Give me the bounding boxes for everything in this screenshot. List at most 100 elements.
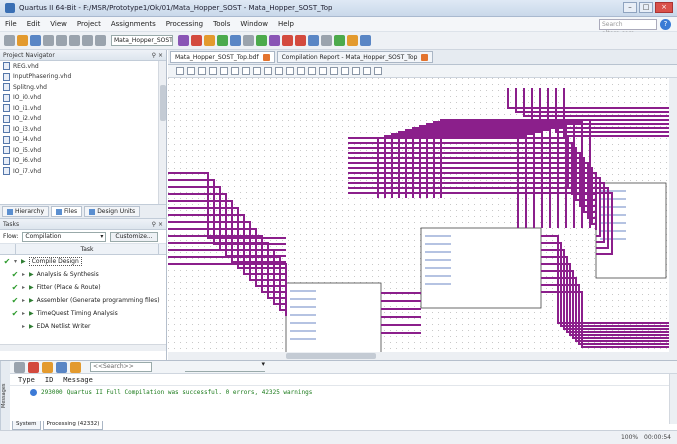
expand-icon[interactable]: ▸ <box>22 310 29 317</box>
line-icon[interactable] <box>363 67 371 75</box>
symbol-block[interactable] <box>285 282 382 359</box>
menu-tools[interactable]: Tools <box>208 20 235 28</box>
error-filter-icon[interactable] <box>28 361 39 373</box>
rotate-icon[interactable] <box>330 67 338 75</box>
minimize-button[interactable]: – <box>623 2 637 13</box>
rectangle-icon[interactable] <box>341 67 349 75</box>
bus-tool-icon[interactable] <box>231 67 239 75</box>
tab-bdf-file[interactable]: Mata_Hopper_SOST_Top.bdf <box>170 51 275 63</box>
hscroll-thumb[interactable] <box>286 353 376 359</box>
task-assembler[interactable]: ✔ ▸ ▶ Assembler (Generate programming files… <box>0 294 166 307</box>
redo-icon[interactable] <box>95 35 106 46</box>
tab-compilation-report[interactable]: Compilation Report - Mata_Hopper_SOST_To… <box>276 51 434 63</box>
collapse-icon[interactable]: ▾ <box>14 258 21 265</box>
fullscreen-icon[interactable] <box>286 67 294 75</box>
signaltap-icon[interactable] <box>347 35 358 46</box>
task-compile-design[interactable]: ✔ ▾ ▶ Compile Design <box>0 255 166 268</box>
tab-hierarchy[interactable]: Hierarchy <box>2 206 50 217</box>
navigator-scrollbar[interactable] <box>158 61 166 204</box>
find-icon[interactable] <box>297 67 305 75</box>
list-item[interactable]: IO_i2.vhd <box>0 114 166 125</box>
list-item[interactable]: Splitng.vhd <box>0 82 166 93</box>
project-select[interactable]: Mata_Hopper_SOST_Top <box>111 35 173 46</box>
start-compilation-icon[interactable] <box>256 35 267 46</box>
stop-icon[interactable] <box>243 35 254 46</box>
list-item[interactable]: IO_i4.vhd <box>0 135 166 146</box>
tab-processing[interactable]: Processing (42332) <box>42 421 104 430</box>
flip-vertical-icon[interactable] <box>319 67 327 75</box>
programmer-icon[interactable] <box>334 35 345 46</box>
hierarchy-icon[interactable] <box>178 35 189 46</box>
analysis-icon[interactable] <box>269 35 280 46</box>
tasks-hscrollbar[interactable] <box>0 344 166 351</box>
pin-tool-icon[interactable] <box>209 67 217 75</box>
customize-button[interactable]: Customize... <box>110 231 158 242</box>
expand-icon[interactable]: ▸ <box>22 271 29 278</box>
assignment-editor-icon[interactable] <box>217 35 228 46</box>
message-row[interactable]: 293000 Quartus II Full Compilation was s… <box>0 386 677 398</box>
paste-icon[interactable] <box>69 35 80 46</box>
show-all-icon[interactable] <box>14 361 25 373</box>
copy-icon[interactable] <box>56 35 67 46</box>
menu-edit[interactable]: Edit <box>22 20 46 28</box>
timequest-icon[interactable] <box>295 35 306 46</box>
task-eda-netlist[interactable]: ▸ ▶ EDA Netlist Writer <box>0 320 166 333</box>
cut-icon[interactable] <box>43 35 54 46</box>
help-search-icon[interactable]: ? <box>660 19 671 30</box>
oval-icon[interactable] <box>352 67 360 75</box>
expand-icon[interactable]: ▸ <box>22 284 29 291</box>
symbol-tool-icon[interactable] <box>198 67 206 75</box>
list-item[interactable]: InputPhasering.vhd <box>0 72 166 83</box>
play-icon[interactable]: ▶ <box>21 258 26 265</box>
expand-icon[interactable]: ▸ <box>22 297 29 304</box>
arc-icon[interactable] <box>374 67 382 75</box>
tab-system[interactable]: System <box>12 421 41 430</box>
play-icon[interactable]: ▶ <box>29 271 34 278</box>
chip-icon[interactable] <box>321 35 332 46</box>
help-icon[interactable] <box>360 35 371 46</box>
info-filter-icon[interactable] <box>56 361 67 373</box>
select-tool-icon[interactable] <box>176 67 184 75</box>
scrollbar-thumb[interactable] <box>160 85 166 121</box>
timing-analyzer-icon[interactable] <box>282 35 293 46</box>
tasks-close-icon[interactable]: ⚲ × <box>152 221 163 228</box>
open-folder-icon[interactable] <box>17 35 28 46</box>
pin-planner-icon[interactable] <box>204 35 215 46</box>
message-search-input[interactable]: <<Search>> <box>90 362 152 372</box>
list-item[interactable]: REG.vhd <box>0 61 166 72</box>
canvas-hscrollbar[interactable] <box>168 352 677 360</box>
rubberband-icon[interactable] <box>253 67 261 75</box>
play-icon[interactable]: ▶ <box>29 323 34 330</box>
flip-horizontal-icon[interactable] <box>308 67 316 75</box>
messages-scrollbar[interactable] <box>669 374 677 424</box>
menu-assignments[interactable]: Assignments <box>106 20 161 28</box>
list-item[interactable]: IO_i3.vhd <box>0 124 166 135</box>
expand-icon[interactable]: ▸ <box>22 323 29 330</box>
task-fitter[interactable]: ✔ ▸ ▶ Fitter (Place & Route) <box>0 281 166 294</box>
zoom-icon[interactable] <box>275 67 283 75</box>
task-timequest[interactable]: ✔ ▸ ▶ TimeQuest Timing Analysis <box>0 307 166 320</box>
list-item[interactable]: IO_i0.vhd <box>0 93 166 104</box>
maximize-button[interactable]: □ <box>639 2 653 13</box>
menu-processing[interactable]: Processing <box>161 20 208 28</box>
flow-select[interactable]: Compilation <box>22 231 107 242</box>
menu-help[interactable]: Help <box>273 20 299 28</box>
tab-files[interactable]: Files <box>51 206 83 217</box>
list-item[interactable]: IO_i6.vhd <box>0 156 166 167</box>
message-find-dropdown[interactable] <box>185 360 265 372</box>
task-analysis-synthesis[interactable]: ✔ ▸ ▶ Analysis & Synthesis <box>0 268 166 281</box>
text-tool-icon[interactable] <box>187 67 195 75</box>
settings-icon[interactable] <box>230 35 241 46</box>
warning-filter-icon[interactable] <box>42 361 53 373</box>
close-tab-icon[interactable] <box>421 53 429 61</box>
save-icon[interactable] <box>30 35 41 46</box>
search-input[interactable]: Search altera.com <box>599 19 657 37</box>
list-item[interactable]: IO_i7.vhd <box>0 166 166 177</box>
close-button[interactable]: × <box>655 2 673 13</box>
list-item[interactable]: IO_i5.vhd <box>0 145 166 156</box>
list-item[interactable]: IO_i1.vhd <box>0 103 166 114</box>
partial-line-icon[interactable] <box>264 67 272 75</box>
menu-window[interactable]: Window <box>235 20 273 28</box>
canvas-vscrollbar[interactable] <box>669 78 677 352</box>
suppress-icon[interactable] <box>70 361 81 373</box>
